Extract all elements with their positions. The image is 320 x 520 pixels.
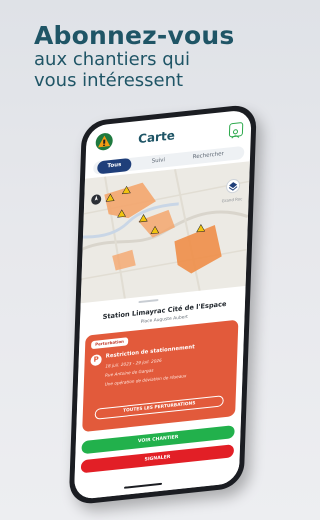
headline-line-2: aux chantiers qui [34, 49, 191, 70]
screen-title: Carte [137, 128, 176, 147]
headline-line-3: vous intéressent [34, 70, 184, 91]
layers-glyph [228, 182, 238, 191]
tab-suivi[interactable]: Suivi [141, 153, 175, 170]
perturbation-badge: Perturbation [91, 337, 129, 350]
worksite-marker-icon[interactable] [138, 214, 148, 223]
parking-icon: P [90, 354, 102, 367]
worksite-marker-icon[interactable] [196, 224, 206, 233]
sheet-handle[interactable] [138, 299, 159, 304]
user-glyph [231, 129, 240, 139]
map-canvas [81, 168, 250, 303]
all-perturbations-button[interactable]: TOUTES LES PERTURBATIONS [94, 395, 224, 420]
worksite-area [112, 249, 136, 271]
bottom-sheet: Station Limayrac Cité de l'Espace Place … [73, 285, 246, 501]
map[interactable]: Grand Roc [80, 161, 250, 308]
worksite-area [138, 209, 175, 238]
perturbation-card[interactable]: Perturbation P Restriction de stationnem… [82, 319, 239, 433]
phone-screen: Carte Tous Suivi Rechercher Grand Roc St… [73, 109, 252, 501]
headline: Abonnez-vous aux chantiers qui vous inté… [34, 22, 270, 91]
user-icon[interactable] [228, 121, 244, 139]
tab-rechercher[interactable]: Rechercher [185, 147, 231, 165]
headline-title: Abonnez-vous [34, 21, 235, 50]
layers-icon[interactable] [225, 178, 241, 194]
roadworks-logo-icon[interactable] [95, 132, 114, 152]
phone-body: Carte Tous Suivi Rechercher Grand Roc St… [68, 103, 257, 506]
phone-mockup: Carte Tous Suivi Rechercher Grand Roc St… [68, 103, 272, 514]
tab-tous[interactable]: Tous [97, 157, 132, 175]
